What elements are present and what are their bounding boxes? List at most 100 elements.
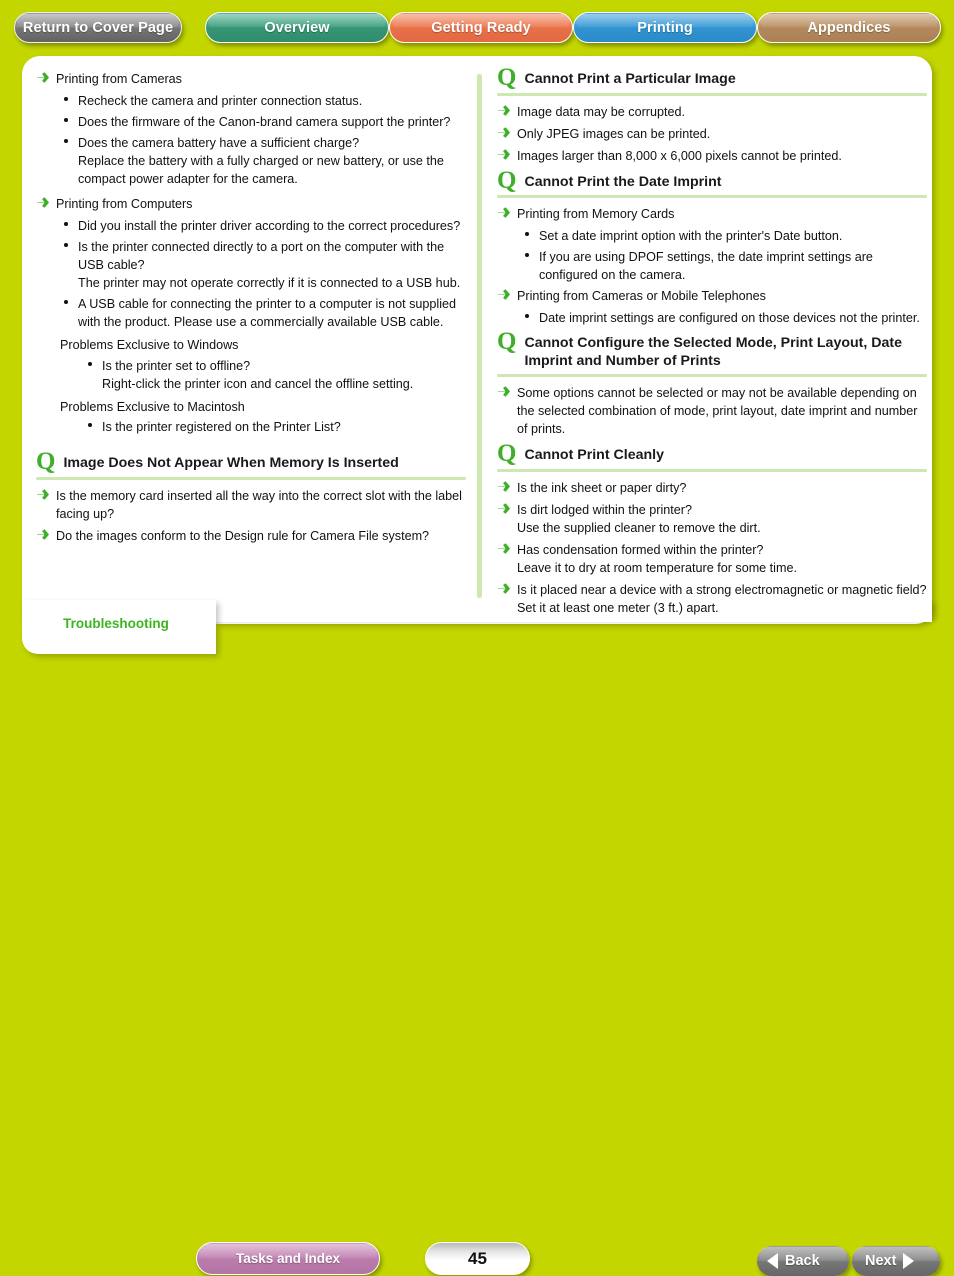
arrow-item-text: Image data may be corrupted. (517, 104, 686, 119)
arrow-item-text: Printing from Cameras (56, 72, 182, 86)
return-to-cover-page-button[interactable]: Return to Cover Page (14, 12, 182, 43)
arrow-item: Printing from Memory Cards (497, 205, 927, 223)
list-item: Did you install the printer driver accor… (60, 217, 466, 235)
question-block: Q Cannot Configure the Selected Mode, Pr… (497, 328, 927, 438)
arrow-bullet-icon (497, 502, 511, 515)
arrow-item-text: Has condensation formed within the print… (517, 542, 797, 575)
bullet-dot-icon (64, 222, 68, 226)
tab-appendices-label: Appendices (807, 19, 891, 36)
question-block: Q Cannot Print a Particular Image Image … (497, 64, 927, 165)
bullet-dot-icon (88, 361, 92, 366)
arrow-item: Printing from Cameras (36, 70, 466, 88)
tab-overview-label: Overview (264, 19, 330, 36)
arrow-bullet-icon (497, 206, 511, 219)
list-item-text: A USB cable for connecting the printer t… (78, 297, 457, 329)
tab-overview[interactable]: Overview (205, 12, 389, 43)
arrow-item: Only JPEG images can be printed. (497, 125, 927, 143)
arrow-item: Is dirt lodged within the printer? Use t… (497, 501, 927, 537)
arrow-item-text: Only JPEG images can be printed. (517, 126, 711, 141)
question-block: Q Cannot Print Cleanly Is the ink sheet … (497, 441, 927, 617)
arrow-item: Is it placed near a device with a strong… (497, 581, 927, 617)
bullet-dot-icon (64, 118, 68, 122)
question-title: Cannot Print Cleanly (524, 447, 664, 463)
next-button[interactable]: Next (852, 1246, 940, 1276)
sub-heading: Problems Exclusive to Windows (60, 338, 239, 352)
sub-list: Is the printer set to offline? Right-cli… (84, 357, 466, 393)
arrow-bullet-icon (497, 385, 511, 398)
arrow-item-text: Printing from Memory Cards (517, 207, 675, 221)
list-item-text: Did you install the printer driver accor… (78, 219, 461, 233)
list-item-text: Does the camera battery have a sufficien… (78, 136, 444, 186)
page-number-display: 45 (425, 1242, 530, 1275)
arrow-item: Some options cannot be selected or may n… (497, 384, 927, 438)
heading-rule (36, 476, 466, 480)
next-label: Next (865, 1253, 897, 1269)
question-mark-icon: Q (497, 328, 517, 355)
arrow-item: Do the images conform to the Design rule… (36, 527, 466, 545)
question-block: Q Cannot Print the Date Imprint Printing… (497, 166, 927, 328)
question-heading: Q Cannot Configure the Selected Mode, Pr… (497, 328, 927, 370)
arrow-item-text: Is the memory card inserted all the way … (56, 488, 462, 521)
list-item-text: Is the printer set to offline? Right-cli… (102, 358, 414, 391)
question-title: Cannot Print a Particular Image (524, 71, 736, 87)
question-title: Cannot Configure the Selected Mode, Prin… (524, 335, 903, 369)
question-title: Cannot Print the Date Imprint (524, 173, 722, 190)
tab-printing[interactable]: Printing (573, 12, 757, 43)
left-column: Printing from Cameras Recheck the camera… (36, 70, 466, 549)
arrow-item-text: Is it placed near a device with a strong… (517, 582, 927, 615)
question-mark-icon: Q (497, 64, 517, 91)
tab-getting-ready[interactable]: Getting Ready (389, 12, 573, 43)
arrow-bullet-icon (36, 196, 50, 209)
heading-rule (497, 468, 927, 472)
question-mark-icon: Q (36, 448, 56, 475)
right-column: Q Cannot Print a Particular Image Image … (497, 64, 927, 621)
bullet-dot-icon (64, 97, 68, 101)
bullet-dot-icon (525, 314, 529, 318)
list-item: Does the camera battery have a sufficien… (60, 134, 466, 188)
arrow-item: Image data may be corrupted. (497, 103, 927, 121)
arrow-bullet-icon (497, 480, 511, 493)
plain-group: Problems Exclusive to Macintosh Is the p… (60, 400, 466, 437)
arrow-item-text: Is the ink sheet or paper dirty? (517, 480, 687, 495)
bullet-dot-icon (525, 253, 529, 257)
question-heading: Q Image Does Not Appear When Memory Is I… (36, 448, 466, 475)
chevron-right-icon (903, 1253, 915, 1269)
plain-group: Problems Exclusive to Windows Is the pri… (60, 338, 466, 393)
bullet-dot-icon (88, 423, 92, 427)
sub-list: Is the printer registered on the Printer… (84, 418, 466, 436)
list-item-text: Is the printer connected directly to a p… (78, 240, 461, 290)
list-item: Is the printer registered on the Printer… (84, 418, 466, 436)
page-root: Return to Cover Page Overview Getting Re… (0, 0, 954, 1276)
question-title: Image Does Not Appear When Memory Is Ins… (63, 455, 399, 471)
back-label: Back (785, 1253, 820, 1269)
arrow-item: Printing from Computers (36, 195, 466, 213)
list-item-text: If you are using DPOF settings, the date… (539, 250, 873, 282)
arrow-bullet-icon (497, 104, 511, 117)
list-item: Is the printer connected directly to a p… (60, 238, 466, 292)
question-heading: Q Cannot Print the Date Imprint (497, 166, 927, 194)
arrow-bullet-icon (36, 528, 50, 541)
arrow-bullet-icon (497, 148, 511, 161)
heading-rule (497, 374, 927, 377)
tasks-and-index-label: Tasks and Index (235, 1251, 341, 1266)
question-block: Q Image Does Not Appear When Memory Is I… (36, 448, 466, 545)
back-button[interactable]: Back (757, 1246, 849, 1276)
arrow-group: Printing from Cameras Recheck the camera… (36, 70, 466, 188)
tab-printing-label: Printing (637, 19, 693, 36)
arrow-item-text: Printing from Computers (56, 197, 193, 211)
tab-appendices[interactable]: Appendices (757, 12, 941, 43)
arrow-item-text: Some options cannot be selected or may n… (517, 386, 918, 436)
chevron-left-icon (767, 1253, 778, 1269)
list-item: If you are using DPOF settings, the date… (521, 248, 927, 284)
question-mark-icon: Q (497, 166, 517, 194)
list-item-text: Set a date imprint option with the print… (539, 229, 843, 243)
arrow-item-text: Printing from Cameras or Mobile Telephon… (517, 289, 766, 303)
page-number-value: 45 (468, 1248, 487, 1268)
tasks-and-index-button[interactable]: Tasks and Index (196, 1242, 380, 1275)
arrow-bullet-icon (497, 288, 511, 301)
sub-list: Did you install the printer driver accor… (60, 217, 466, 331)
arrow-item: Has condensation formed within the print… (497, 541, 927, 577)
list-item: Does the firmware of the Canon-brand cam… (60, 113, 466, 131)
arrow-bullet-icon (36, 488, 50, 501)
